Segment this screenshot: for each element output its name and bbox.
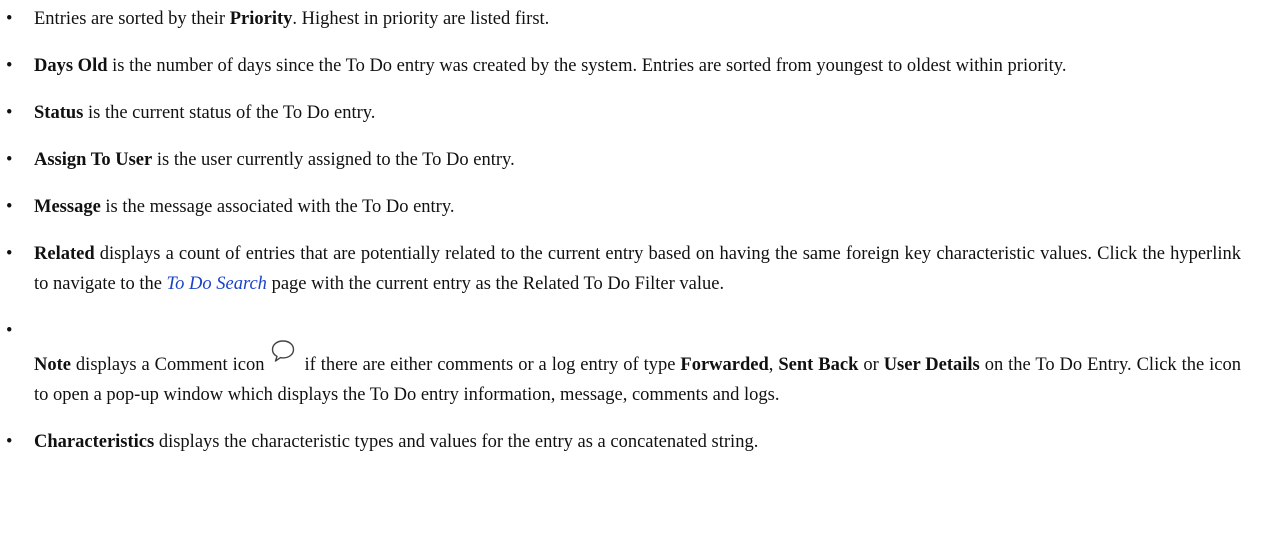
bold-term: Related xyxy=(34,244,95,264)
list-item: • Characteristics displays the characteri… xyxy=(0,427,1241,457)
bullet-marker: • xyxy=(6,56,13,76)
bold-term: Characteristics xyxy=(34,432,155,452)
bullet-marker: • xyxy=(6,244,13,264)
list-item: • Entries are sorted by their Priority. H… xyxy=(0,4,1241,34)
bullet-marker: • xyxy=(6,432,13,452)
text-segment: if there are either comments or a log en… xyxy=(304,355,681,375)
text-segment: displays a Comment icon xyxy=(70,355,265,375)
bold-term: Priority xyxy=(229,9,293,29)
text-segment: is the user currently assigned to the To… xyxy=(152,150,515,170)
text-segment: or xyxy=(858,355,884,375)
bullet-marker: • xyxy=(6,9,13,29)
bold-term: Forwarded xyxy=(680,355,769,375)
bullet-marker: • xyxy=(6,321,13,341)
bullet-marker: • xyxy=(6,197,13,217)
bullet-marker: • xyxy=(6,150,13,170)
list-item: • Related displays a count of entries tha… xyxy=(0,239,1241,299)
text-segment: , xyxy=(768,355,779,375)
text-segment: is the message associated with the To Do… xyxy=(100,197,455,217)
bullet-marker: • xyxy=(6,103,13,123)
list-item: • Days Old is the number of days since th… xyxy=(0,51,1241,81)
text-segment: is the current status of the To Do entry… xyxy=(83,103,376,123)
bold-term: Status xyxy=(34,103,84,123)
list-item: • Status is the current status of the To … xyxy=(0,98,1241,128)
text-segment: page with the current entry as the Relat… xyxy=(266,274,725,294)
bold-term: Days Old xyxy=(34,56,108,76)
list-item: • Message is the message associated with … xyxy=(0,192,1241,222)
bold-term: User Details xyxy=(883,355,980,375)
text-segment: Entries are sorted by their xyxy=(34,9,230,29)
bold-term: Note xyxy=(34,355,71,375)
list-item: • Assign To User is the user currently as… xyxy=(0,145,1241,175)
bold-term: Sent Back xyxy=(778,355,859,375)
document-body: • Entries are sorted by their Priority. H… xyxy=(0,0,1261,457)
bullet-list: • Entries are sorted by their Priority. H… xyxy=(0,4,1261,457)
text-segment: is the number of days since the To Do en… xyxy=(107,56,1067,76)
comment-icon xyxy=(270,338,296,364)
text-segment: displays the characteristic types and va… xyxy=(154,432,759,452)
text-segment: . Highest in priority are listed first. xyxy=(292,9,550,29)
list-item: • Note displays a Comment icon if there ar… xyxy=(0,316,1241,410)
bold-term: Message xyxy=(34,197,101,217)
bold-term: Assign To User xyxy=(34,150,153,170)
to-do-search-link[interactable]: To Do Search xyxy=(167,274,267,294)
